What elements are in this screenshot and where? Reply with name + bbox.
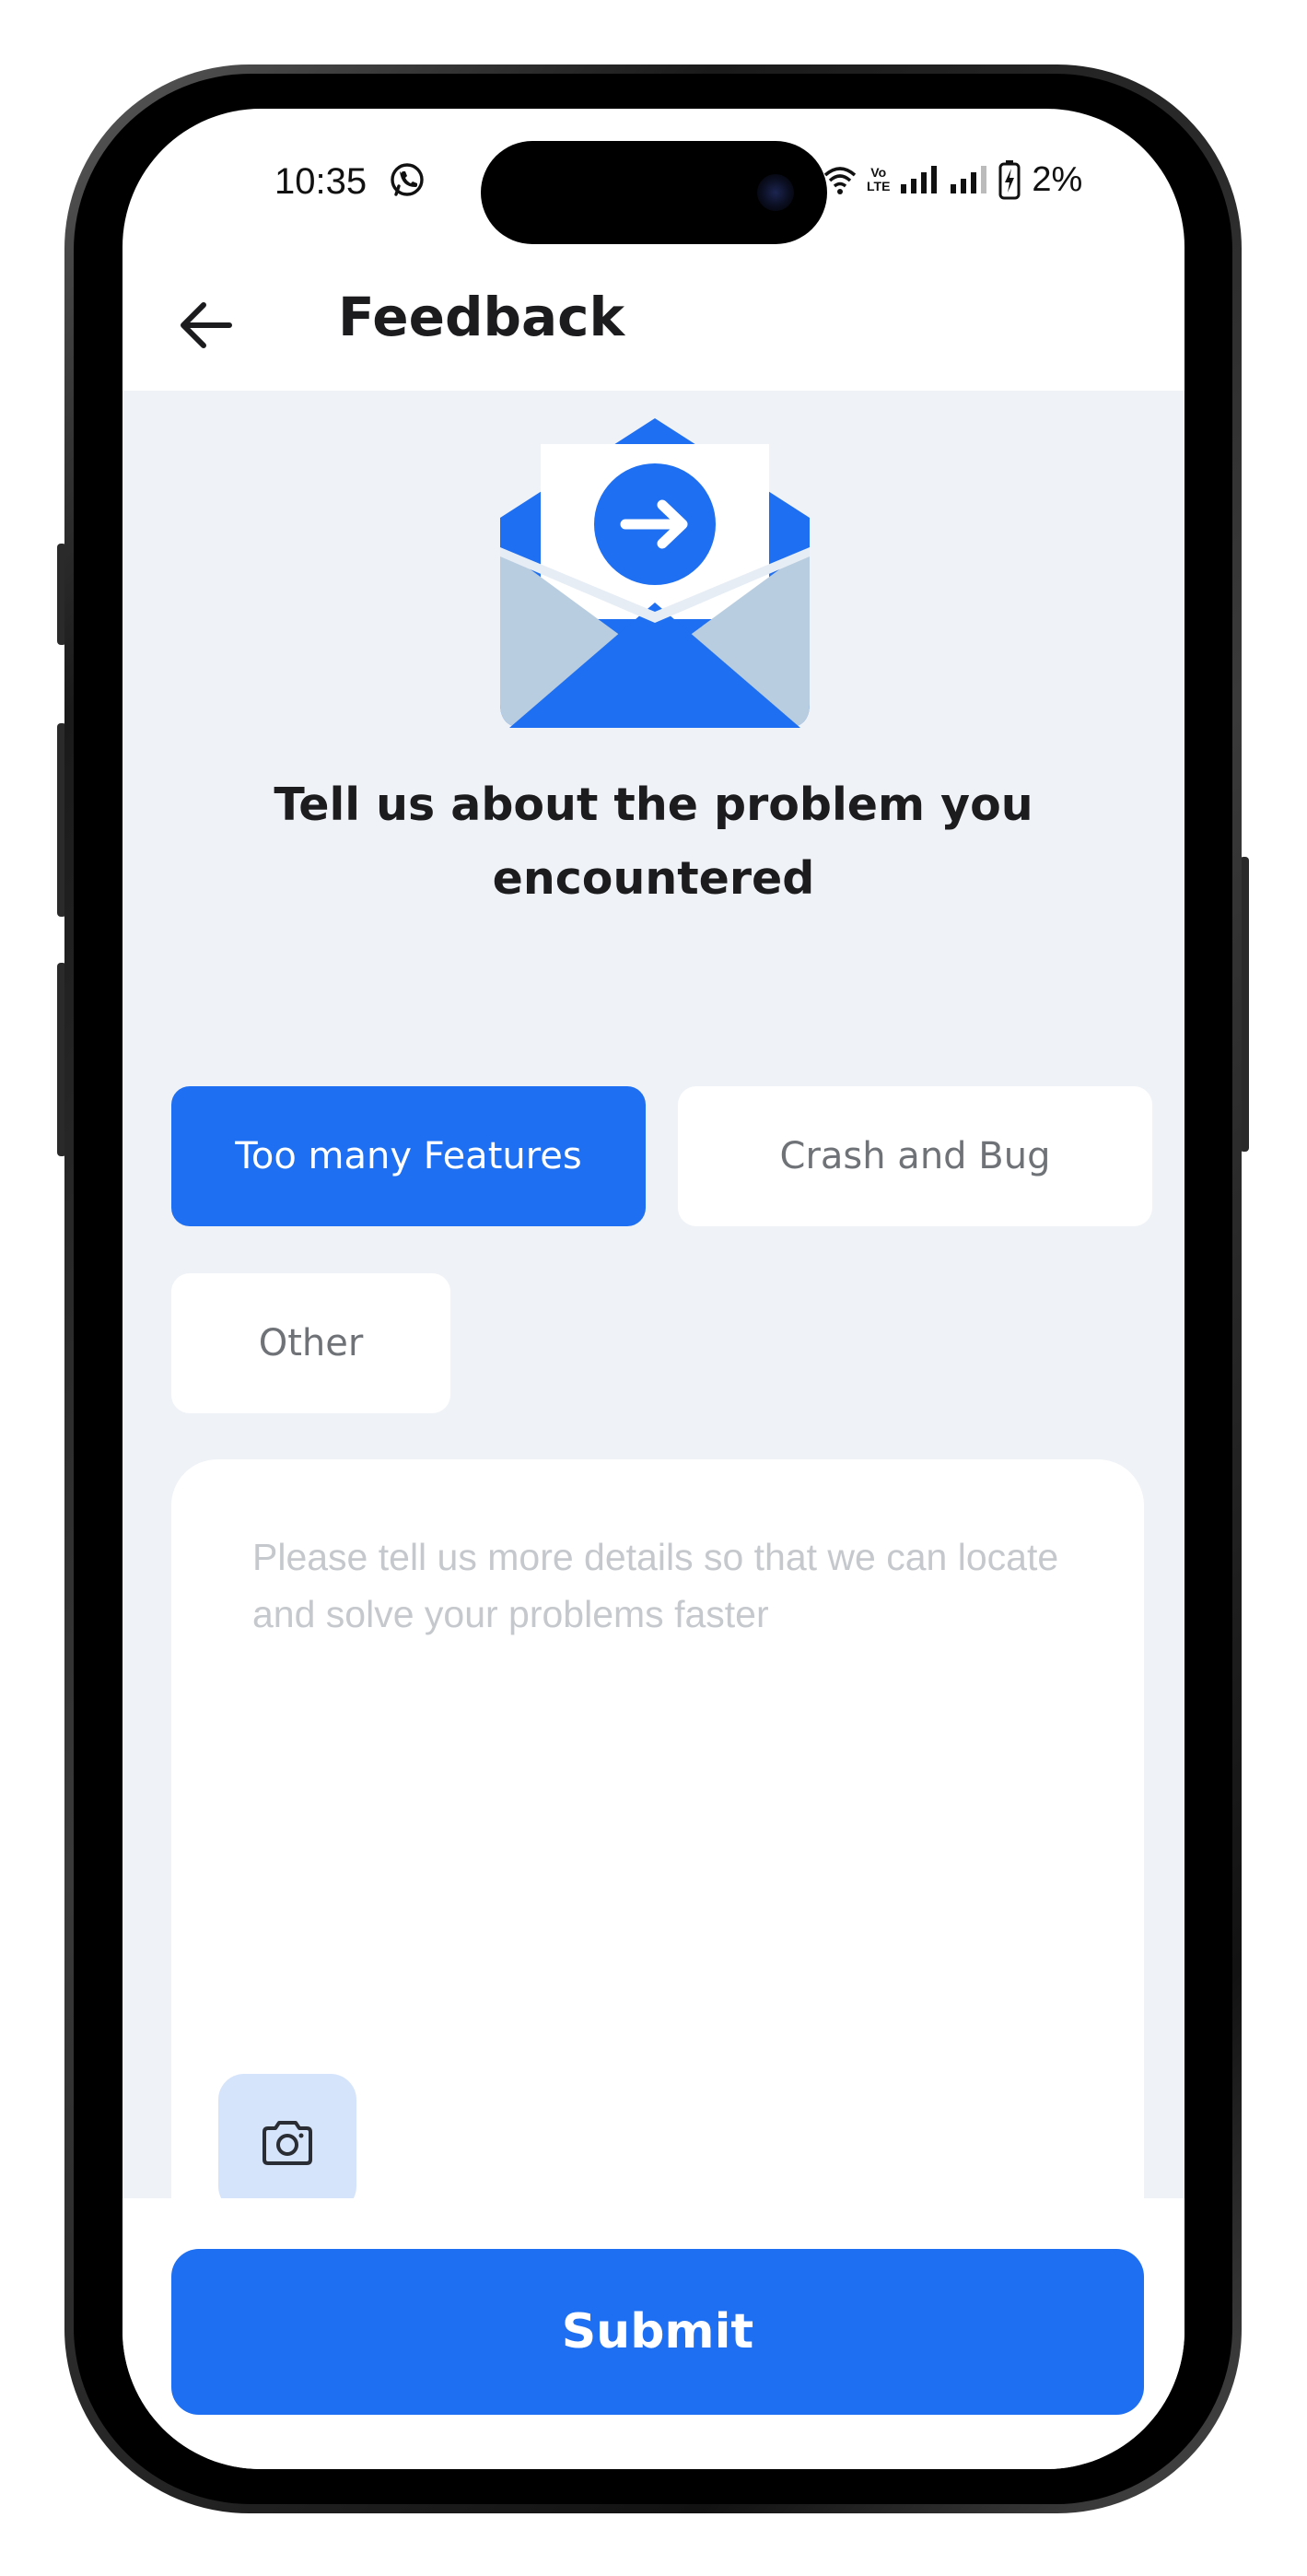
envelope-arrow-icon bbox=[500, 418, 810, 728]
app-screen: 10:35 Vo LTE 2% Feedback Tell us about t… bbox=[123, 109, 1184, 2469]
status-icons: Vo LTE 2% bbox=[823, 157, 1082, 203]
page-title: Feedback bbox=[338, 286, 625, 348]
device-frame: 10:35 Vo LTE 2% Feedback Tell us about t… bbox=[0, 0, 1307, 2576]
battery-charging-icon bbox=[998, 160, 1021, 200]
app-header: Feedback bbox=[123, 247, 1184, 390]
category-other[interactable]: Other bbox=[171, 1273, 450, 1413]
category-too-many-features[interactable]: Too many Features bbox=[171, 1086, 646, 1226]
footer: Submit bbox=[123, 2198, 1184, 2469]
arrow-left-icon bbox=[181, 302, 232, 348]
prompt-heading: Tell us about the problem you encountere… bbox=[274, 779, 1033, 905]
dynamic-island bbox=[481, 141, 827, 244]
category-label: Too many Features bbox=[235, 1135, 582, 1177]
whatsapp-icon bbox=[391, 163, 424, 196]
details-textarea[interactable] bbox=[252, 1528, 1081, 2008]
status-time: 10:35 bbox=[274, 161, 368, 202]
front-camera-icon bbox=[757, 174, 794, 211]
category-label: Crash and Bug bbox=[779, 1135, 1051, 1177]
category-label: Other bbox=[258, 1322, 364, 1364]
submit-button[interactable]: Submit bbox=[171, 2249, 1144, 2415]
volte-label-bottom: LTE bbox=[867, 179, 891, 193]
volte-icon: Vo LTE bbox=[867, 166, 890, 193]
volte-label-top: Vo bbox=[870, 165, 887, 180]
attach-photo-button[interactable] bbox=[218, 2074, 356, 2212]
category-crash-and-bug[interactable]: Crash and Bug bbox=[678, 1086, 1152, 1226]
details-card bbox=[171, 1459, 1144, 2285]
back-button[interactable] bbox=[173, 293, 238, 357]
camera-icon bbox=[263, 2121, 312, 2165]
signal-1-icon bbox=[901, 166, 938, 193]
wifi-icon bbox=[823, 167, 857, 194]
signal-2-icon bbox=[951, 166, 987, 193]
feedback-form: Tell us about the problem you encountere… bbox=[123, 391, 1184, 2285]
battery-percent: 2% bbox=[1032, 159, 1083, 199]
